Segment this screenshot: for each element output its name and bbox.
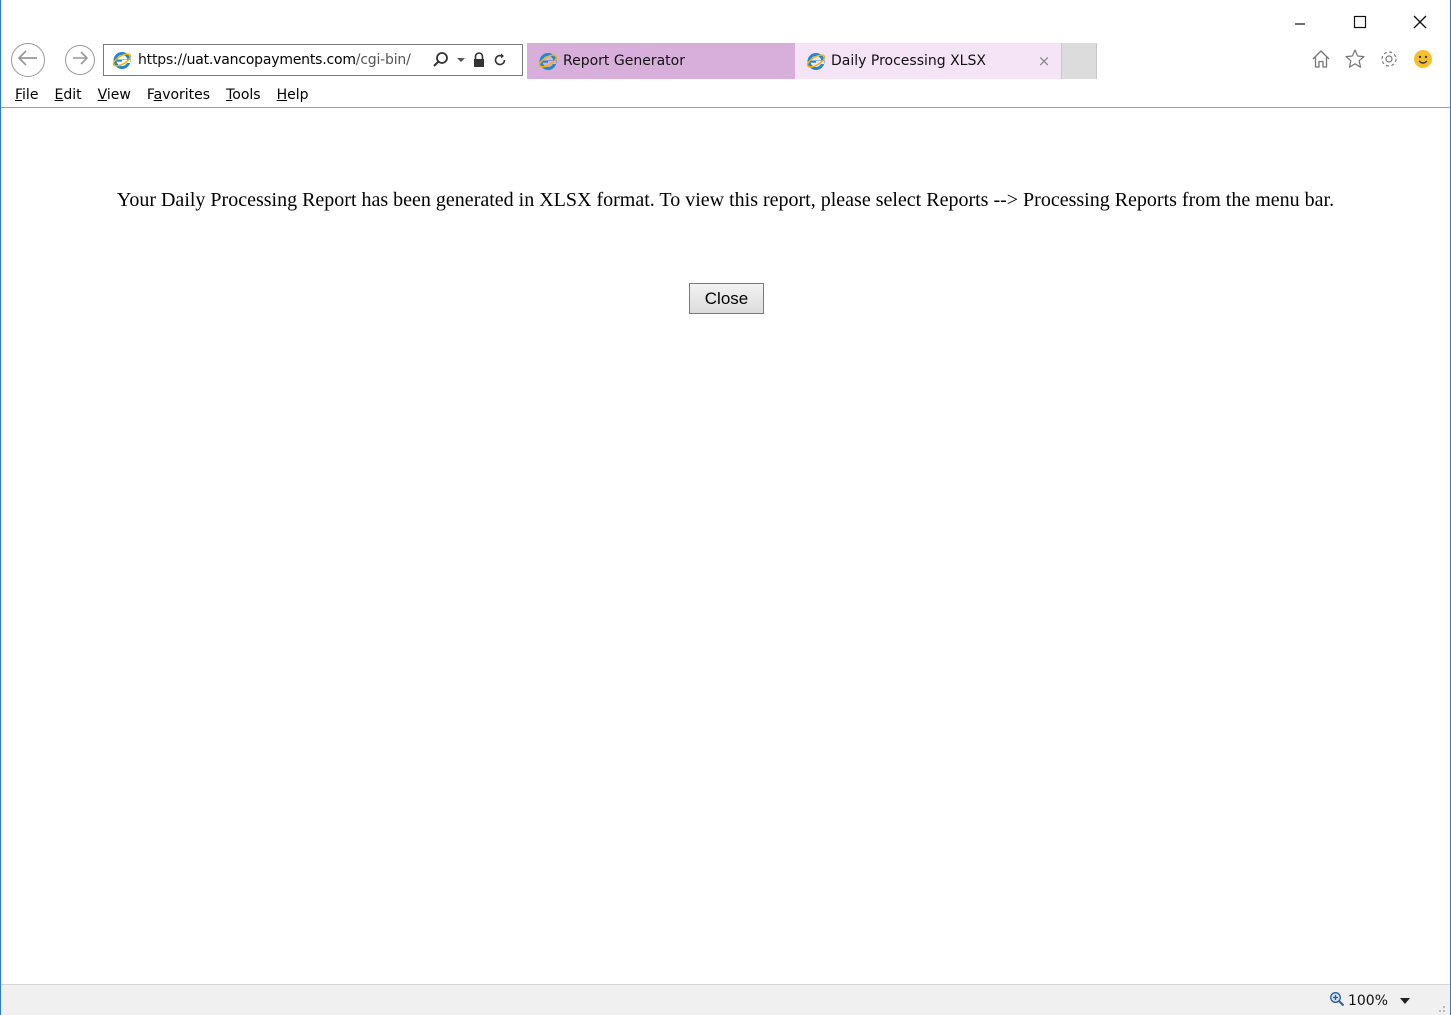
url-host: uat.vancopayments.com — [186, 52, 356, 68]
minimize-button[interactable] — [1270, 8, 1330, 36]
menu-favorites[interactable]: Favorites — [147, 87, 210, 103]
ie-logo-icon — [110, 48, 134, 72]
browser-tool-icons — [1308, 46, 1436, 72]
menu-bar: File Edit View Favorites Tools Help — [1, 82, 1450, 108]
close-button[interactable]: Close — [689, 283, 764, 314]
refresh-icon[interactable] — [492, 52, 508, 68]
status-bar: 100% — [1, 984, 1450, 1015]
url-path: /cgi-bin/ — [355, 52, 411, 68]
address-url[interactable]: https://uat.vancopayments.com/cgi-bin/ — [138, 52, 428, 68]
home-icon[interactable] — [1308, 46, 1334, 72]
minimize-icon — [1294, 16, 1306, 28]
browser-window: https://uat.vancopayments.com/cgi-bin/ R… — [0, 0, 1451, 1015]
tab-label: Report Generator — [563, 53, 685, 69]
resize-grip-icon[interactable] — [1434, 1000, 1446, 1012]
zoom-dropdown[interactable] — [1398, 995, 1412, 1005]
search-icon[interactable] — [432, 51, 450, 69]
menu-tools[interactable]: Tools — [226, 87, 261, 103]
menu-edit[interactable]: Edit — [54, 87, 81, 103]
report-generated-message: Your Daily Processing Report has been ge… — [116, 189, 1335, 211]
url-scheme: https:// — [138, 52, 187, 68]
forward-button[interactable] — [65, 45, 95, 75]
zoom-icon — [1329, 991, 1345, 1011]
maximize-button[interactable] — [1330, 8, 1390, 36]
tab-report-generator[interactable]: Report Generator — [527, 43, 795, 79]
back-icon — [17, 49, 39, 72]
lock-icon[interactable] — [472, 52, 486, 68]
close-window-icon — [1413, 15, 1427, 29]
menu-file[interactable]: File — [15, 87, 38, 103]
tab-label: Daily Processing XLSX — [831, 53, 986, 69]
feedback-smiley-icon[interactable] — [1410, 46, 1436, 72]
forward-icon — [71, 50, 89, 71]
maximize-icon — [1353, 15, 1367, 29]
menu-view[interactable]: View — [98, 87, 131, 103]
menu-help[interactable]: Help — [277, 87, 309, 103]
navigation-bar: https://uat.vancopayments.com/cgi-bin/ R… — [1, 40, 1450, 80]
ie-logo-icon — [805, 50, 827, 72]
address-bar[interactable]: https://uat.vancopayments.com/cgi-bin/ — [103, 44, 523, 76]
ie-logo-icon — [537, 50, 559, 72]
zoom-control[interactable]: 100% — [1329, 991, 1388, 1011]
tab-daily-processing-xlsx[interactable]: Daily Processing XLSX × — [795, 43, 1061, 79]
back-button[interactable] — [11, 43, 45, 77]
page-content: Your Daily Processing Report has been ge… — [1, 109, 1450, 984]
close-window-button[interactable] — [1390, 8, 1450, 36]
tab-close-button[interactable]: × — [1035, 52, 1053, 70]
address-bar-icons — [432, 51, 508, 69]
zoom-level: 100% — [1347, 993, 1388, 1009]
new-tab-button[interactable] — [1061, 43, 1097, 79]
dropdown-icon[interactable] — [456, 56, 466, 64]
window-caption-buttons — [1270, 8, 1450, 36]
settings-gear-icon[interactable] — [1376, 46, 1402, 72]
dropdown-icon — [1400, 991, 1410, 1009]
favorites-star-icon[interactable] — [1342, 46, 1368, 72]
